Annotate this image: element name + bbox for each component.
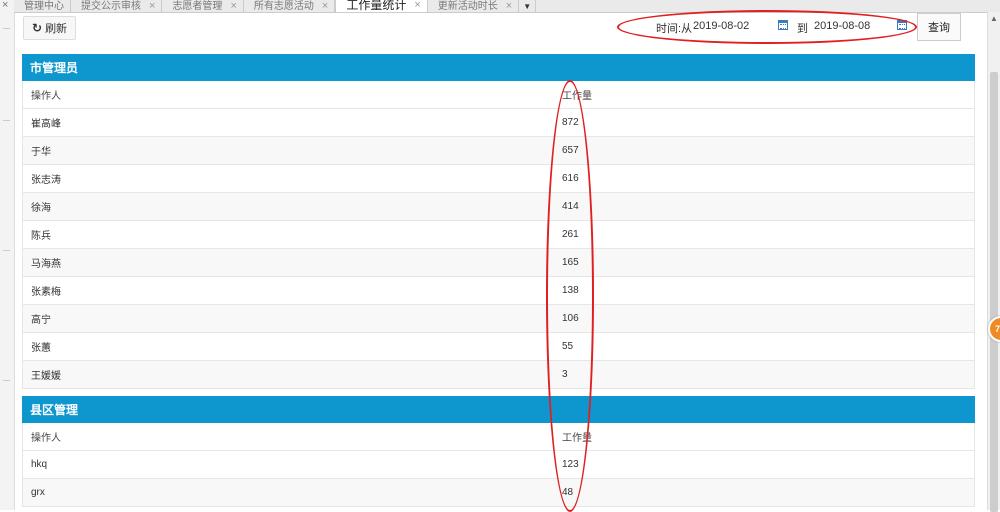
col-workload-header: 工作量 [562,433,592,444]
workload-count: 165 [562,257,579,268]
tab-label: 提交公示审核 [81,0,141,12]
table-row: 陈兵 261 [22,221,975,249]
table-row: hkq 123 [22,451,975,479]
tab-label: 志愿者管理 [172,0,223,12]
refresh-button[interactable]: ↻ 刷新 [23,16,77,40]
calendar-icon[interactable] [778,20,788,30]
operator-name: 高宁 [31,315,51,326]
workload-count: 616 [562,173,579,184]
section-title: 县区管理 [22,396,975,423]
operator-name: 陈兵 [31,231,51,242]
table-row: 徐海 414 [22,193,975,221]
refresh-icon: ↻ [32,21,43,35]
tab-bar: 管理中心 提交公示审核 × 志愿者管理 × 所有志愿活动 × 工作量统计 × 更新活动时长 × ▼ [14,0,1000,13]
table-header-row: 操作人 工作量 [22,81,975,109]
county-admin-section: 县区管理 操作人 工作量 hkq 123 grx 48 [22,396,975,507]
table-row: 高宁 106 [22,305,975,333]
operator-name: 崔高峰 [31,119,61,130]
tab-close-icon[interactable]: × [506,0,512,12]
tab-2[interactable]: 志愿者管理 × [162,0,244,12]
sidebar-divider [3,250,10,251]
scroll-up-icon[interactable]: ▲ [990,14,998,23]
tab-close-icon[interactable]: × [149,0,155,12]
city-admin-section: 市管理员 操作人 工作量 崔高峰 872 于华 657 张志涛 616 徐海 414 陈兵 261… [22,54,975,389]
operator-name: 张志涛 [31,175,61,186]
tab-5[interactable]: 更新活动时长 × [428,0,520,12]
workload-count: 3 [562,369,568,380]
workload-count: 261 [562,229,579,240]
operator-name: 徐海 [31,203,51,214]
tab-3[interactable]: 所有志愿活动 × [244,0,336,12]
tab-dropdown-icon[interactable]: ▼ [519,0,537,12]
section-title: 市管理员 [22,54,975,81]
calendar-icon[interactable] [897,20,907,30]
table-row: 于华 657 [22,137,975,165]
table-row: 张蕙 55 [22,333,975,361]
tab-close-icon[interactable]: × [414,0,420,11]
from-date-input[interactable]: 2019-08-02 [693,20,749,32]
workload-count: 872 [562,117,579,128]
col-workload-header: 工作量 [562,91,592,102]
tab-1[interactable]: 提交公示审核 × [71,0,163,12]
time-to-label: 到 [797,23,808,35]
operator-name: 张素梅 [31,287,61,298]
workload-count: 657 [562,145,579,156]
refresh-label: 刷新 [45,23,68,35]
tab-label: 管理中心 [24,0,64,12]
table-row: 张志涛 616 [22,165,975,193]
to-date-input[interactable]: 2019-08-08 [814,20,870,32]
table-row: 崔高峰 872 [22,109,975,137]
tab-close-icon[interactable]: × [322,0,328,12]
operator-name: 张蕙 [31,343,51,354]
tab-close-icon[interactable]: × [230,0,236,12]
operator-name: hkq [31,459,48,470]
tab-label: 所有志愿活动 [253,0,314,12]
workload-count: 48 [562,487,574,498]
scrollbar[interactable]: ▲ [987,12,1000,512]
operator-name: 于华 [31,147,51,158]
scrollbar-thumb[interactable] [990,72,998,512]
sidebar-divider [3,28,10,29]
workload-count: 414 [562,201,579,212]
table-row: 马海燕 165 [22,249,975,277]
tab-label: 更新活动时长 [437,0,498,12]
workload-count: 123 [562,459,579,470]
sidebar-edge: × [0,0,15,510]
operator-name: 马海燕 [31,259,61,270]
table-row: 王媛媛 3 [22,361,975,389]
sidebar-divider [3,380,10,381]
tab-label: 工作量统计 [346,0,407,12]
tab-0[interactable]: 管理中心 [14,0,71,12]
col-operator-header: 操作人 [31,91,61,102]
col-operator-header: 操作人 [31,433,61,444]
operator-name: grx [31,487,45,498]
time-from-label: 时间:从 [656,23,693,35]
close-icon[interactable]: × [2,0,8,11]
table-header-row: 操作人 工作量 [22,423,975,451]
tab-4[interactable]: 工作量统计 × [335,0,428,12]
workload-count: 55 [562,341,574,352]
table-row: 张素梅 138 [22,277,975,305]
workload-count: 138 [562,285,579,296]
sidebar-divider [3,120,10,121]
operator-name: 王媛媛 [31,371,61,382]
query-button[interactable]: 查询 [917,13,961,41]
workload-count: 106 [562,313,579,324]
table-row: grx 48 [22,479,975,507]
